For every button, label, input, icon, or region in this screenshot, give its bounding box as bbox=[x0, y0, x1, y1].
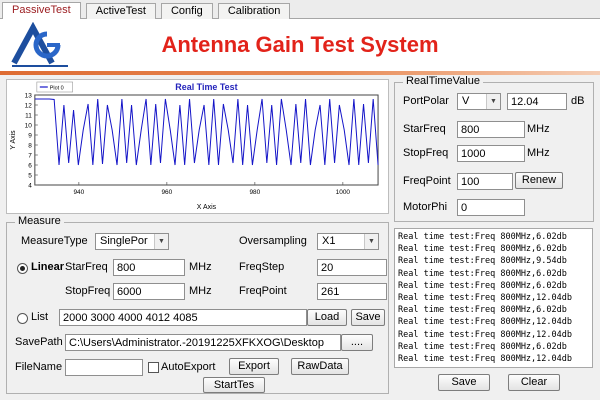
freqpoint-label: FreqPoint bbox=[239, 285, 287, 297]
log-line: Real time test:Freq 800MHz,12.04db bbox=[398, 316, 589, 328]
svg-text:7: 7 bbox=[28, 152, 32, 159]
freqpoint-field[interactable] bbox=[317, 283, 387, 300]
renew-button[interactable]: Renew bbox=[515, 172, 563, 189]
log-line: Real time test:Freq 800MHz,6.02db bbox=[398, 231, 589, 243]
stopfreq-unit: MHz bbox=[189, 285, 212, 297]
svg-text:Plot 0: Plot 0 bbox=[50, 85, 64, 91]
log-line: Real time test:Freq 800MHz,12.04db bbox=[398, 292, 589, 304]
log-line: Real time test:Freq 800MHz,6.02db bbox=[398, 243, 589, 255]
list-freq-field[interactable] bbox=[59, 309, 307, 326]
browse-button[interactable]: .... bbox=[341, 334, 373, 351]
rt-stopfreq-field[interactable] bbox=[457, 145, 525, 162]
stopfreq-label: StopFreq bbox=[65, 285, 110, 297]
log-line: Real time test:Freq 800MHz,6.02db bbox=[398, 341, 589, 353]
tab-config[interactable]: Config bbox=[161, 3, 213, 19]
page-title: Antenna Gain Test System bbox=[0, 32, 600, 58]
svg-text:11: 11 bbox=[25, 112, 32, 119]
realtime-value-group: RealTimeValue PortPolar V ▼ dB StarFreq … bbox=[394, 82, 594, 222]
starfreq-label: StarFreq bbox=[65, 261, 108, 273]
realtime-chart-panel: Real Time Test 4 5 6 7 8 9 10 11 12 13 940 960 980 100… bbox=[6, 79, 389, 214]
tab-activetest[interactable]: ActiveTest bbox=[86, 3, 156, 19]
svg-text:8: 8 bbox=[28, 142, 32, 149]
app-window: PassiveTest ActiveTest Config Calibratio… bbox=[0, 0, 600, 400]
tab-bar: PassiveTest ActiveTest Config Calibratio… bbox=[0, 0, 600, 19]
autoexport-checkbox[interactable] bbox=[148, 362, 159, 373]
svg-text:5: 5 bbox=[28, 172, 32, 179]
portpolar-selected-value: V bbox=[462, 95, 469, 107]
rt-starfreq-label: StarFreq bbox=[403, 123, 446, 135]
svg-text:4: 4 bbox=[28, 182, 32, 189]
svg-text:Real Time Test: Real Time Test bbox=[175, 82, 237, 92]
header-divider bbox=[0, 71, 600, 75]
header: Antenna Gain Test System bbox=[0, 19, 600, 71]
log-clear-button[interactable]: Clear bbox=[508, 374, 560, 391]
svg-text:Y Axis: Y Axis bbox=[10, 130, 17, 150]
rt-starfreq-field[interactable] bbox=[457, 121, 525, 138]
filename-field[interactable] bbox=[65, 359, 143, 376]
tab-passivetest[interactable]: PassiveTest bbox=[2, 2, 81, 19]
oversampling-select[interactable]: X1 ▼ bbox=[317, 233, 379, 250]
svg-text:980: 980 bbox=[249, 189, 260, 196]
log-line: Real time test:Freq 800MHz,6.02db bbox=[398, 304, 589, 316]
log-line: Real time test:Freq 800MHz,12.04db bbox=[398, 329, 589, 341]
export-button[interactable]: Export bbox=[229, 358, 279, 375]
chart-svg: Real Time Test 4 5 6 7 8 9 10 11 12 13 940 960 980 100… bbox=[7, 80, 388, 213]
measuretype-selected-value: SinglePor bbox=[100, 235, 148, 247]
starfreq-unit: MHz bbox=[189, 261, 212, 273]
log-list[interactable]: Real time test:Freq 800MHz,6.02dbReal ti… bbox=[394, 228, 593, 368]
measure-group-title: Measure bbox=[15, 215, 64, 227]
motorphi-field[interactable] bbox=[457, 199, 525, 216]
list-label: List bbox=[31, 311, 48, 323]
chevron-down-icon[interactable]: ▼ bbox=[486, 94, 500, 109]
rt-stopfreq-label: StopFreq bbox=[403, 147, 448, 159]
rt-freqpoint-field[interactable] bbox=[457, 173, 513, 190]
stopfreq-field[interactable] bbox=[113, 283, 185, 300]
svg-text:9: 9 bbox=[28, 132, 32, 139]
autoexport-label: AutoExport bbox=[161, 361, 215, 373]
rt-stopfreq-unit: MHz bbox=[527, 147, 550, 159]
svg-text:1000: 1000 bbox=[336, 189, 351, 196]
log-save-button[interactable]: Save bbox=[438, 374, 490, 391]
list-radio[interactable] bbox=[17, 313, 28, 324]
portpolar-label: PortPolar bbox=[403, 95, 449, 107]
chevron-down-icon[interactable]: ▼ bbox=[154, 234, 168, 249]
linear-label: Linear bbox=[31, 261, 64, 273]
svg-text:6: 6 bbox=[28, 162, 32, 169]
gain-value-field[interactable] bbox=[507, 93, 567, 110]
gain-unit-label: dB bbox=[571, 95, 584, 107]
list-save-button[interactable]: Save bbox=[351, 309, 385, 326]
rawdata-button[interactable]: RawData bbox=[291, 358, 349, 375]
oversampling-selected-value: X1 bbox=[322, 235, 335, 247]
log-line: Real time test:Freq 800MHz,12.04db bbox=[398, 353, 589, 365]
starttest-button[interactable]: StartTes bbox=[203, 377, 265, 393]
savepath-label: SavePath bbox=[15, 336, 63, 348]
tab-calibration[interactable]: Calibration bbox=[218, 3, 291, 19]
measure-group: Measure MeasureType SinglePor ▼ Oversamp… bbox=[6, 222, 389, 394]
svg-text:940: 940 bbox=[73, 189, 84, 196]
freqstep-label: FreqStep bbox=[239, 261, 284, 273]
svg-text:960: 960 bbox=[161, 189, 172, 196]
motorphi-label: MotorPhi bbox=[403, 201, 447, 213]
oversampling-label: Oversampling bbox=[239, 235, 307, 247]
portpolar-select[interactable]: V ▼ bbox=[457, 93, 501, 110]
filename-label: FileName bbox=[15, 361, 62, 373]
svg-text:13: 13 bbox=[25, 92, 33, 99]
svg-text:12: 12 bbox=[25, 102, 33, 109]
savepath-field[interactable] bbox=[65, 334, 341, 351]
svg-text:10: 10 bbox=[25, 122, 33, 129]
load-button[interactable]: Load bbox=[307, 309, 347, 326]
measuretype-select[interactable]: SinglePor ▼ bbox=[95, 233, 169, 250]
svg-text:X Axis: X Axis bbox=[197, 204, 217, 211]
realtime-group-title: RealTimeValue bbox=[403, 75, 483, 87]
chevron-down-icon[interactable]: ▼ bbox=[364, 234, 378, 249]
log-line: Real time test:Freq 800MHz,6.02db bbox=[398, 280, 589, 292]
log-line: Real time test:Freq 800MHz,9.54db bbox=[398, 255, 589, 267]
measuretype-label: MeasureType bbox=[21, 235, 88, 247]
starfreq-field[interactable] bbox=[113, 259, 185, 276]
log-line: Real time test:Freq 800MHz,6.02db bbox=[398, 268, 589, 280]
freqstep-field[interactable] bbox=[317, 259, 387, 276]
rt-freqpoint-label: FreqPoint bbox=[403, 175, 451, 187]
linear-radio[interactable] bbox=[17, 263, 28, 274]
rt-starfreq-unit: MHz bbox=[527, 123, 550, 135]
